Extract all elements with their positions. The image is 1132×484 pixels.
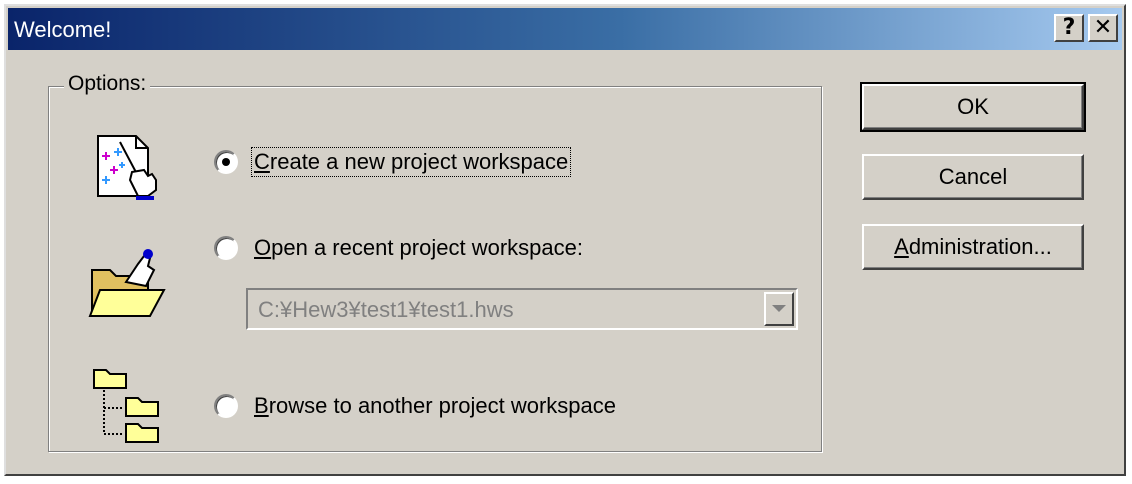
label-text: pen a recent project workspace: bbox=[271, 235, 583, 260]
options-group-label: Options: bbox=[64, 72, 151, 96]
window-title: Welcome! bbox=[14, 17, 112, 42]
browse-label[interactable]: Browse to another project workspace bbox=[252, 392, 618, 420]
ok-button[interactable]: OK bbox=[860, 82, 1086, 132]
radio-button[interactable] bbox=[214, 394, 238, 418]
radio-create-new[interactable]: Create a new project workspace bbox=[214, 144, 572, 180]
radio-selected-dot bbox=[222, 158, 230, 166]
chevron-down-icon bbox=[772, 305, 786, 312]
radio-open-recent[interactable]: Open a recent project workspace: bbox=[214, 230, 585, 266]
dropdown-button[interactable] bbox=[764, 292, 794, 326]
accelerator-key: C bbox=[254, 149, 270, 174]
recent-workspace-select[interactable]: C:¥Hew3¥test1¥test1.hws bbox=[246, 288, 798, 330]
administration-button[interactable]: Administration... bbox=[862, 224, 1084, 270]
help-button[interactable]: ? bbox=[1054, 14, 1084, 42]
open-recent-label[interactable]: Open a recent project workspace: bbox=[252, 234, 585, 262]
button-label: dministration... bbox=[908, 234, 1052, 259]
open-folder-icon bbox=[88, 249, 166, 317]
radio-button[interactable] bbox=[214, 150, 238, 174]
cancel-button[interactable]: Cancel bbox=[862, 154, 1084, 200]
create-new-label[interactable]: Create a new project workspace bbox=[250, 147, 572, 177]
close-button[interactable]: ✕ bbox=[1088, 14, 1118, 42]
recent-workspace-value: C:¥Hew3¥test1¥test1.hws bbox=[258, 297, 514, 322]
radio-browse[interactable]: Browse to another project workspace bbox=[214, 388, 618, 424]
radio-button[interactable] bbox=[214, 236, 238, 260]
title-bar[interactable]: Welcome! ? ✕ bbox=[8, 8, 1122, 50]
label-text: reate a new project workspace bbox=[269, 149, 569, 174]
accelerator-key: B bbox=[254, 393, 269, 418]
new-project-icon bbox=[97, 135, 157, 200]
accelerator-key: A bbox=[894, 234, 909, 259]
folder-tree-icon bbox=[93, 369, 159, 443]
accelerator-key: O bbox=[254, 235, 272, 260]
label-text: rowse to another project workspace bbox=[268, 393, 616, 418]
